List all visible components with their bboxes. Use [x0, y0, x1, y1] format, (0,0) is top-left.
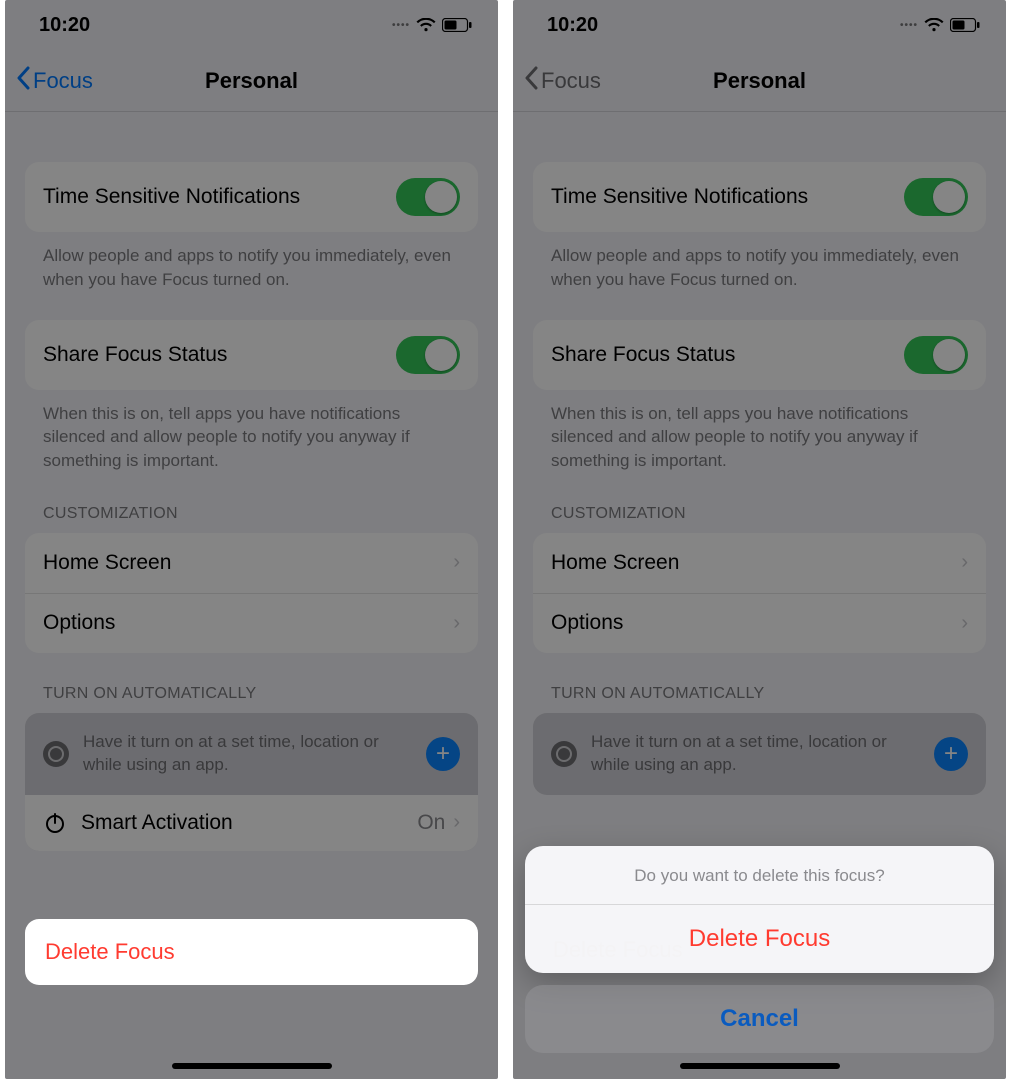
auto-desc-text: Have it turn on at a set time, location … [591, 731, 920, 777]
chevron-right-icon: › [961, 551, 968, 574]
wifi-icon [416, 18, 436, 32]
auto-description-row: Have it turn on at a set time, location … [533, 713, 986, 795]
home-screen-label: Home Screen [551, 551, 679, 575]
status-time: 10:20 [547, 14, 598, 37]
share-status-label: Share Focus Status [43, 343, 227, 367]
home-indicator[interactable] [680, 1063, 840, 1069]
share-status-footer: When this is on, tell apps you have noti… [25, 390, 478, 473]
nav-bar: Focus Personal [5, 50, 498, 112]
chevron-left-icon [15, 66, 31, 96]
share-status-row[interactable]: Share Focus Status [25, 320, 478, 390]
delete-focus-label: Delete Focus [45, 939, 175, 964]
share-status-toggle[interactable] [396, 336, 460, 374]
home-screen-row[interactable]: Home Screen › [533, 533, 986, 593]
sheet-delete-button[interactable]: Delete Focus [525, 904, 994, 973]
phone-right: 10:20 •••• Focus Personal Time Sensitive… [513, 0, 1006, 1079]
time-sensitive-toggle[interactable] [396, 178, 460, 216]
status-bar: 10:20 •••• [5, 0, 498, 50]
cellular-dots-icon: •••• [392, 20, 410, 31]
chevron-right-icon: › [961, 612, 968, 635]
options-row[interactable]: Options › [25, 593, 478, 653]
sheet-title: Do you want to delete this focus? [525, 846, 994, 904]
add-automation-button[interactable]: + [426, 737, 460, 771]
clock-icon [551, 741, 577, 767]
time-sensitive-row[interactable]: Time Sensitive Notifications [25, 162, 478, 232]
chevron-left-icon [523, 66, 539, 96]
share-status-row[interactable]: Share Focus Status [533, 320, 986, 390]
clock-icon [43, 741, 69, 767]
phone-left: 10:20 •••• Focus Personal Time Sensitive… [5, 0, 498, 1079]
share-status-label: Share Focus Status [551, 343, 735, 367]
nav-bar: Focus Personal [513, 50, 1006, 112]
options-label: Options [551, 611, 623, 635]
smart-activation-row[interactable]: Smart Activation On › [25, 795, 478, 851]
share-status-toggle[interactable] [904, 336, 968, 374]
auto-description-row: Have it turn on at a set time, location … [25, 713, 478, 795]
battery-icon [442, 18, 472, 32]
back-button[interactable]: Focus [5, 66, 93, 96]
time-sensitive-row[interactable]: Time Sensitive Notifications [533, 162, 986, 232]
options-row[interactable]: Options › [533, 593, 986, 653]
battery-icon [950, 18, 980, 32]
home-screen-row[interactable]: Home Screen › [25, 533, 478, 593]
home-screen-label: Home Screen [43, 551, 171, 575]
status-bar: 10:20 •••• [513, 0, 1006, 50]
share-status-footer: When this is on, tell apps you have noti… [533, 390, 986, 473]
time-sensitive-footer: Allow people and apps to notify you imme… [25, 232, 478, 292]
options-label: Options [43, 611, 115, 635]
customization-header: CUSTOMIZATION [25, 473, 478, 533]
smart-activation-value: On [417, 811, 445, 835]
smart-activation-label: Smart Activation [81, 811, 233, 835]
back-label: Focus [541, 68, 601, 94]
time-sensitive-label: Time Sensitive Notifications [43, 185, 300, 209]
status-indicators: •••• [900, 18, 980, 32]
status-indicators: •••• [392, 18, 472, 32]
power-icon [43, 811, 67, 835]
auto-header: TURN ON AUTOMATICALLY [25, 653, 478, 713]
wifi-icon [924, 18, 944, 32]
chevron-right-icon: › [453, 612, 460, 635]
back-button[interactable]: Focus [513, 66, 601, 96]
status-time: 10:20 [39, 14, 90, 37]
home-indicator[interactable] [172, 1063, 332, 1069]
chevron-right-icon: › [453, 811, 460, 834]
delete-focus-button[interactable]: Delete Focus [25, 919, 478, 985]
auto-desc-text: Have it turn on at a set time, location … [83, 731, 412, 777]
time-sensitive-label: Time Sensitive Notifications [551, 185, 808, 209]
time-sensitive-toggle[interactable] [904, 178, 968, 216]
cellular-dots-icon: •••• [900, 20, 918, 31]
action-sheet: Do you want to delete this focus? Delete… [525, 846, 994, 1053]
add-automation-button[interactable]: + [934, 737, 968, 771]
customization-header: CUSTOMIZATION [533, 473, 986, 533]
back-label: Focus [33, 68, 93, 94]
time-sensitive-footer: Allow people and apps to notify you imme… [533, 232, 986, 292]
sheet-cancel-button[interactable]: Cancel [525, 985, 994, 1053]
auto-header: TURN ON AUTOMATICALLY [533, 653, 986, 713]
chevron-right-icon: › [453, 551, 460, 574]
